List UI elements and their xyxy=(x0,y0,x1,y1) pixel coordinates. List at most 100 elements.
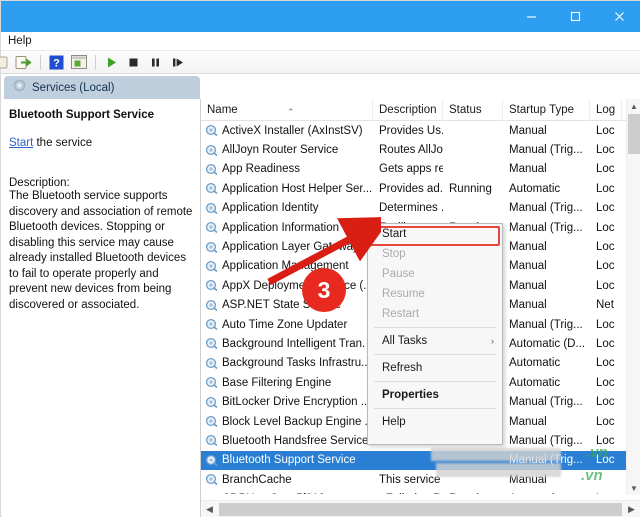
vertical-scrollbar[interactable]: ▲ ▼ xyxy=(626,99,640,495)
properties-icon[interactable] xyxy=(68,52,89,73)
service-name-cell: AllJoyn Router Service xyxy=(201,144,373,157)
service-logon-cell: Loc xyxy=(596,182,615,195)
service-logon-cell: Net xyxy=(596,299,614,312)
service-gear-icon xyxy=(205,221,218,234)
restart-service-icon[interactable] xyxy=(167,52,188,73)
context-menu-separator xyxy=(374,381,496,382)
description-text: The Bluetooth service supports discovery… xyxy=(9,190,193,311)
context-menu-item-help[interactable]: Help xyxy=(368,412,502,432)
service-logon-cell: Loc xyxy=(596,396,615,409)
column-header-label: Log xyxy=(596,103,616,116)
service-gear-icon xyxy=(205,279,218,292)
table-row[interactable]: App Readiness Gets apps re... Manual Loc xyxy=(201,160,640,179)
column-header-description[interactable]: Description xyxy=(373,99,443,121)
context-menu-item-start[interactable]: Start xyxy=(368,224,502,244)
service-startup-type-cell: Automatic xyxy=(509,357,561,370)
context-menu-item-pause: Pause xyxy=(368,264,502,284)
context-menu-item-label: Restart xyxy=(382,308,420,320)
scroll-left-icon[interactable]: ◀ xyxy=(201,501,218,517)
scroll-down-icon[interactable]: ▼ xyxy=(627,481,640,495)
help-icon[interactable]: ? xyxy=(46,52,67,73)
svg-text:?: ? xyxy=(53,57,60,69)
context-menu-item-all-tasks[interactable]: All Tasks › xyxy=(368,331,502,351)
service-startup-type-cell: Manual (Trig... xyxy=(509,434,583,447)
window-title-bar xyxy=(1,1,640,32)
service-name-cell: Base Filtering Engine xyxy=(201,376,373,389)
service-gear-icon xyxy=(205,163,218,176)
service-logon-cell: Loc xyxy=(596,337,615,350)
context-menu-item-refresh[interactable]: Refresh xyxy=(368,358,502,378)
service-startup-type-cell: Manual (Trig... xyxy=(509,396,583,409)
start-service-icon[interactable] xyxy=(101,52,122,73)
column-header-status[interactable]: Status xyxy=(443,99,503,121)
column-header-label: Description xyxy=(379,103,437,116)
sort-ascending-icon: ⌃ xyxy=(287,106,295,117)
tab-services-local[interactable]: Services (Local) xyxy=(4,76,200,99)
service-logon-cell: Loc xyxy=(596,376,615,389)
blurred-region xyxy=(431,448,561,461)
scroll-right-icon[interactable]: ▶ xyxy=(623,501,640,517)
service-startup-type-cell: Manual xyxy=(509,299,547,312)
service-startup-type-cell: Manual xyxy=(509,124,547,137)
table-row[interactable]: ActiveX Installer (AxInstSV) Provides Us.… xyxy=(201,121,640,140)
context-menu-item-label: Help xyxy=(382,416,406,428)
context-menu-item-properties[interactable]: Properties xyxy=(368,385,502,405)
table-row[interactable]: CDPUserSvc_5f918 <Failed to R...RunningAu… xyxy=(201,489,640,494)
service-name-label: ActiveX Installer (AxInstSV) xyxy=(222,124,363,137)
column-header-name[interactable]: Name ⌃ xyxy=(201,99,373,121)
maximize-button[interactable] xyxy=(553,1,597,32)
context-menu-item-label: Start xyxy=(382,228,407,240)
service-gear-icon xyxy=(205,241,218,254)
service-logon-cell: Loc xyxy=(596,241,615,254)
service-gear-icon xyxy=(205,473,218,486)
stop-service-icon[interactable] xyxy=(123,52,144,73)
context-menu-item-label: Pause xyxy=(382,268,415,280)
service-gear-icon xyxy=(205,260,218,273)
service-logon-cell: Loc xyxy=(596,318,615,331)
context-menu-separator xyxy=(374,354,496,355)
context-menu-item-stop: Stop xyxy=(368,244,502,264)
list-column-header: Name ⌃ Description Status Startup Type Log ⌃ xyxy=(201,99,640,121)
menu-item-help[interactable]: Help xyxy=(1,32,39,50)
table-row[interactable]: BranchCacheThis service ...Manual xyxy=(201,470,640,489)
service-logon-cell: Loc xyxy=(596,124,615,137)
service-description-cell: Routes AllJo... xyxy=(379,144,443,157)
service-name-label: Background Tasks Infrastru... xyxy=(222,357,371,370)
context-menu-item-label: All Tasks xyxy=(382,335,428,347)
service-name-label: Bluetooth Support Service xyxy=(222,454,356,467)
table-row[interactable]: AllJoyn Router Service Routes AllJo... Man… xyxy=(201,140,640,159)
menu-bar: Help xyxy=(1,32,640,51)
service-gear-icon xyxy=(205,376,218,389)
service-status-cell: Running xyxy=(443,493,503,494)
pause-service-icon[interactable] xyxy=(145,52,166,73)
service-name-cell: Bluetooth Support Service xyxy=(201,454,373,467)
column-header-startup-type[interactable]: Startup Type xyxy=(503,99,590,121)
scroll-up-icon[interactable]: ▲ xyxy=(627,99,640,113)
minimize-button[interactable] xyxy=(509,1,553,32)
service-startup-type-cell: Manual xyxy=(509,415,547,428)
service-logon-cell: Loc xyxy=(596,144,615,157)
service-details-pane: Bluetooth Support Service Start the serv… xyxy=(2,99,201,517)
service-description-cell: Provides ad... xyxy=(379,182,443,195)
service-name-label: AllJoyn Router Service xyxy=(222,144,339,157)
toolbar-separator-2 xyxy=(95,54,96,70)
service-startup-type-cell: Manual xyxy=(509,163,547,176)
table-row-selected[interactable]: Bluetooth Support ServiceManual (Trig...… xyxy=(201,450,640,471)
export-icon[interactable] xyxy=(13,52,34,73)
column-header-log[interactable]: Log xyxy=(590,99,622,121)
service-name-cell: CDPUserSvc_5f918 xyxy=(201,493,373,494)
start-service-link[interactable]: Start xyxy=(9,137,33,149)
service-logon-cell: Loc xyxy=(596,163,615,176)
service-gear-icon xyxy=(205,202,218,215)
table-row[interactable]: Application Host Helper Ser... Provides a… xyxy=(201,179,640,198)
service-name-label: Application Identity xyxy=(222,202,319,215)
vertical-scroll-thumb[interactable] xyxy=(628,114,640,154)
back-icon[interactable] xyxy=(0,52,12,73)
service-name-cell: BitLocker Drive Encryption ... xyxy=(201,396,373,409)
service-description-cell: <Failed to R... xyxy=(373,493,443,494)
horizontal-scrollbar[interactable]: ◀ ▶ xyxy=(201,500,640,517)
service-gear-icon xyxy=(205,434,218,447)
toolbar-separator-1 xyxy=(40,54,41,70)
horizontal-scroll-thumb[interactable] xyxy=(219,502,622,516)
close-button[interactable] xyxy=(597,1,640,32)
